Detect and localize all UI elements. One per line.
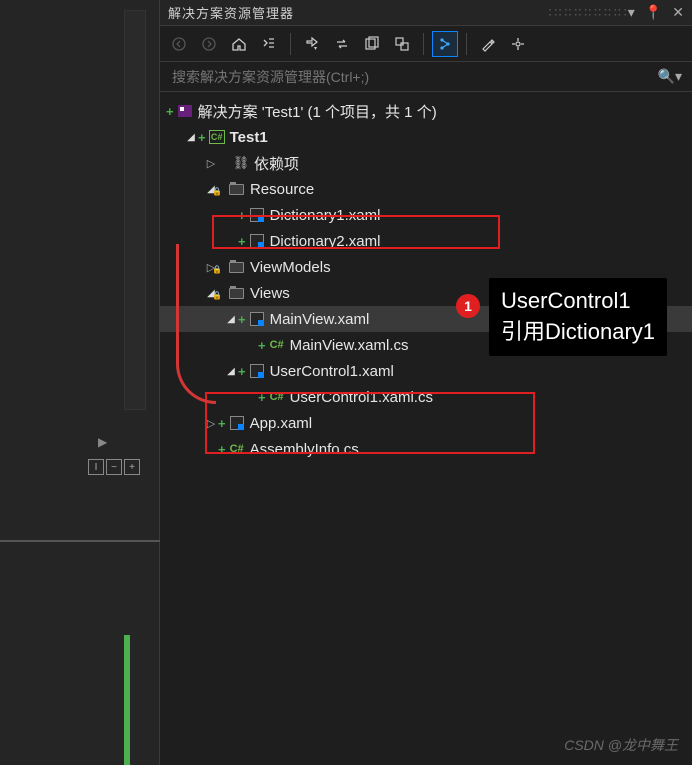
- csharp-file-icon: C#: [228, 441, 246, 457]
- solution-explorer-panel: 解决方案资源管理器 ∷∷∷∷∷∷∷∷ ▾ 📍 ✕ ▾: [160, 0, 692, 765]
- file-dictionary1[interactable]: + Dictionary1.xaml: [160, 202, 692, 228]
- git-status-icon: +: [238, 364, 246, 379]
- xaml-icon: [228, 415, 246, 431]
- git-status-icon: +: [258, 390, 266, 405]
- expand-arrow[interactable]: ▶: [98, 435, 107, 449]
- folder-resource[interactable]: 🔒 Resource: [160, 176, 692, 202]
- project-label: Test1: [230, 129, 268, 146]
- dependencies-node[interactable]: ⛓ 依赖项: [160, 150, 692, 176]
- xaml-icon: [248, 207, 266, 223]
- tool-expand-icon[interactable]: +: [124, 459, 140, 475]
- file-label: UserControl1.xaml: [270, 363, 394, 380]
- chevron-down-icon[interactable]: [184, 131, 198, 143]
- file-dictionary2[interactable]: + Dictionary2.xaml: [160, 228, 692, 254]
- file-label: App.xaml: [250, 415, 313, 432]
- solution-node[interactable]: + 解决方案 'Test1' (1 个项目，共 1 个): [160, 98, 692, 124]
- file-label: Dictionary2.xaml: [270, 233, 381, 250]
- folder-icon: [228, 285, 246, 301]
- dropdown-icon[interactable]: ▾: [628, 4, 635, 21]
- lock-icon: 🔒: [212, 265, 222, 274]
- separator: [423, 33, 424, 55]
- search-input[interactable]: [166, 65, 654, 89]
- xaml-icon: [248, 311, 266, 327]
- file-usercontrol1-cs[interactable]: + C# UserControl1.xaml.cs: [160, 384, 692, 410]
- file-label: MainView.xaml: [270, 311, 370, 328]
- file-label: MainView.xaml.cs: [290, 337, 409, 354]
- separator: [290, 33, 291, 55]
- git-status-icon: +: [258, 338, 266, 353]
- svg-text:▾: ▾: [314, 46, 317, 52]
- back-button[interactable]: [166, 31, 192, 57]
- chevron-right-icon[interactable]: [204, 417, 218, 430]
- sync-button[interactable]: [329, 31, 355, 57]
- editor-gutter: ▶ I − +: [0, 0, 160, 765]
- properties-button[interactable]: [475, 31, 501, 57]
- file-label: UserControl1.xaml.cs: [290, 389, 433, 406]
- folder-icon: [228, 181, 246, 197]
- annotation-badge: 1: [456, 294, 480, 318]
- callout-line1: UserControl1: [501, 286, 655, 317]
- show-all-files-button[interactable]: [359, 31, 385, 57]
- dependencies-label: 依赖项: [254, 153, 299, 174]
- lock-icon: 🔒: [212, 187, 222, 196]
- preview-button[interactable]: [505, 31, 531, 57]
- switch-views-button[interactable]: [256, 31, 282, 57]
- folder-icon: [228, 259, 246, 275]
- file-usercontrol1[interactable]: + UserControl1.xaml: [160, 358, 692, 384]
- csharp-file-icon: C#: [268, 337, 286, 353]
- folder-viewmodels[interactable]: 🔒 ViewModels: [160, 254, 692, 280]
- git-status-icon: +: [238, 208, 246, 223]
- chevron-down-icon[interactable]: [224, 365, 238, 377]
- xaml-icon: [248, 363, 266, 379]
- solution-icon: [176, 103, 194, 119]
- folder-label: Resource: [250, 181, 314, 198]
- pending-changes-filter-button[interactable]: ▾: [299, 31, 325, 57]
- xaml-icon: [248, 233, 266, 249]
- git-status-icon: +: [166, 104, 174, 119]
- git-status-icon: +: [198, 130, 206, 145]
- close-icon[interactable]: ✕: [672, 4, 684, 21]
- search-icon[interactable]: 🔍▾: [654, 68, 686, 85]
- track-active-item-button[interactable]: [432, 31, 458, 57]
- project-node[interactable]: + C# Test1: [160, 124, 692, 150]
- home-button[interactable]: [226, 31, 252, 57]
- panel-header: 解决方案资源管理器 ∷∷∷∷∷∷∷∷ ▾ 📍 ✕: [160, 0, 692, 26]
- collapse-all-button[interactable]: [389, 31, 415, 57]
- file-app-xaml[interactable]: + App.xaml: [160, 410, 692, 436]
- gutter-tools: I − +: [88, 459, 140, 475]
- file-label: AssemblyInfo.cs: [250, 441, 359, 458]
- search-row: 🔍▾: [160, 62, 692, 92]
- pin-icon[interactable]: 📍: [645, 4, 662, 21]
- toolbar: ▾: [160, 26, 692, 62]
- tool-indent-icon[interactable]: I: [88, 459, 104, 475]
- file-label: Dictionary1.xaml: [270, 207, 381, 224]
- lock-icon: 🔒: [212, 291, 222, 300]
- file-assemblyinfo[interactable]: + C# AssemblyInfo.cs: [160, 436, 692, 462]
- divider: [0, 540, 160, 542]
- change-marker: [124, 635, 130, 765]
- forward-button[interactable]: [196, 31, 222, 57]
- solution-label: 解决方案 'Test1' (1 个项目，共 1 个): [198, 101, 437, 122]
- csharp-file-icon: C#: [268, 389, 286, 405]
- git-status-icon: +: [238, 312, 246, 327]
- git-status-icon: +: [218, 416, 226, 431]
- csharp-project-icon: C#: [208, 129, 226, 145]
- watermark: CSDN @龙中舞王: [564, 735, 678, 755]
- separator: [466, 33, 467, 55]
- solution-tree: + 解决方案 'Test1' (1 个项目，共 1 个) + C# Test1 …: [160, 92, 692, 462]
- git-status-icon: +: [238, 234, 246, 249]
- panel-title: 解决方案资源管理器: [168, 3, 545, 22]
- chevron-down-icon[interactable]: [224, 313, 238, 325]
- chevron-right-icon[interactable]: [204, 157, 218, 170]
- annotation-callout: UserControl1 引用Dictionary1: [489, 278, 667, 356]
- dependencies-icon: ⛓: [232, 155, 250, 171]
- header-grip: ∷∷∷∷∷∷∷∷: [549, 4, 628, 21]
- folder-label: ViewModels: [250, 259, 331, 276]
- tool-collapse-icon[interactable]: −: [106, 459, 122, 475]
- minimap[interactable]: [124, 10, 146, 410]
- folder-label: Views: [250, 285, 290, 302]
- git-status-icon: +: [218, 442, 226, 457]
- callout-line2: 引用Dictionary1: [501, 317, 655, 348]
